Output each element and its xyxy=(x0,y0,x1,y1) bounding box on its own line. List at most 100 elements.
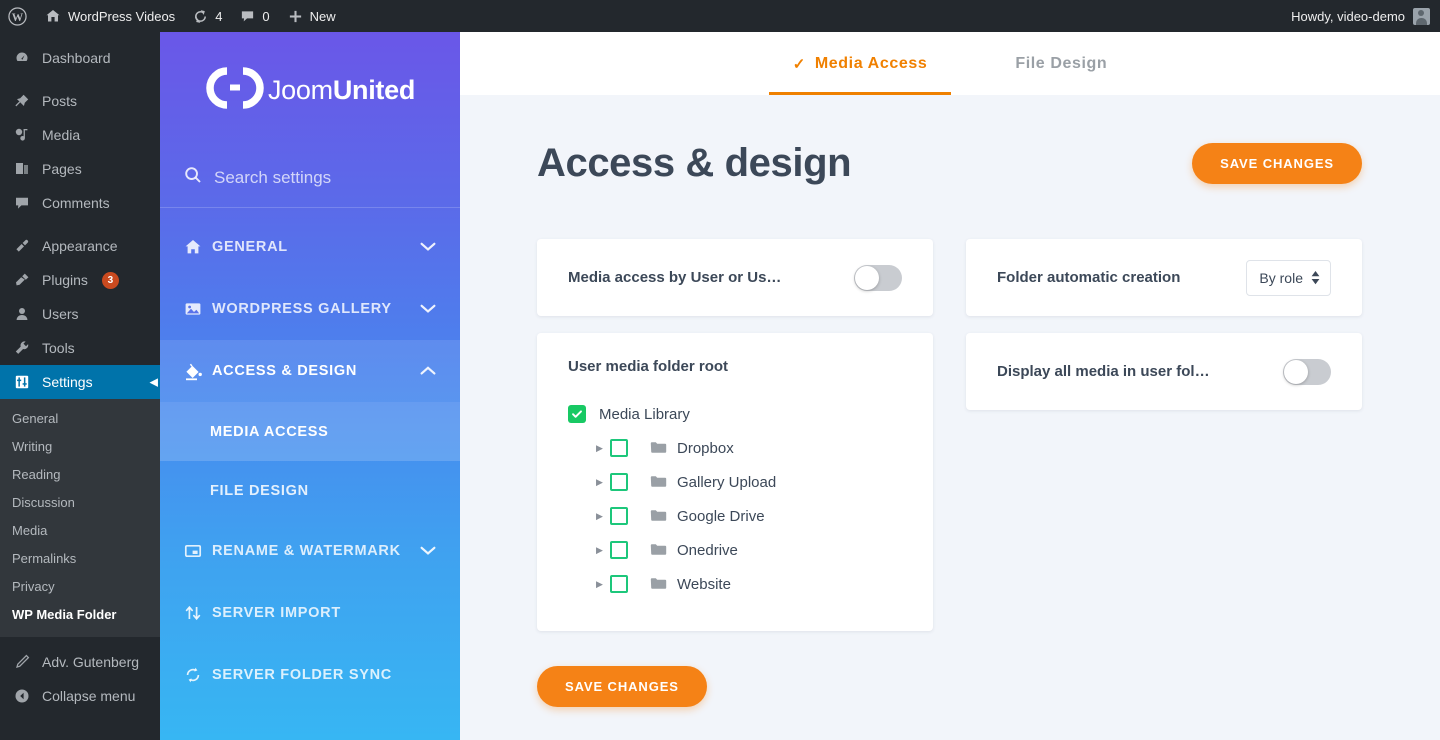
pin-icon xyxy=(12,93,32,109)
folder-icon xyxy=(650,577,667,591)
checkbox-dropbox[interactable] xyxy=(610,439,628,457)
comments-button[interactable]: 0 xyxy=(231,0,278,32)
sidebar-item-media[interactable]: Media xyxy=(0,118,160,152)
menu-separator-2 xyxy=(0,220,160,229)
select-value: By role xyxy=(1259,269,1303,286)
wordpress-logo-icon: W xyxy=(8,6,27,26)
updates-count: 4 xyxy=(215,8,223,24)
submenu-item-media[interactable]: Media xyxy=(0,517,160,545)
my-account-button[interactable]: Howdy, video-demo xyxy=(1291,7,1440,25)
sidebar-item-posts[interactable]: Posts xyxy=(0,84,160,118)
logo-part-united: United xyxy=(332,74,416,105)
wordpress-logo-button[interactable]: W xyxy=(0,0,36,32)
expand-triangle-icon[interactable]: ▶ xyxy=(596,443,610,454)
sidebar-item-appearance[interactable]: Appearance xyxy=(0,229,160,263)
nav-item-access-and-design[interactable]: ACCESS & DESIGN xyxy=(160,340,460,402)
home-icon xyxy=(184,238,212,256)
checkbox-media-library[interactable] xyxy=(568,405,586,423)
submenu-item-writing[interactable]: Writing xyxy=(0,433,160,461)
tree-title: User media folder root xyxy=(568,358,729,375)
chevron-left-icon: ◀ xyxy=(149,376,158,389)
collapse-menu-button[interactable]: Collapse menu xyxy=(0,679,160,713)
sidebar-item-plugins[interactable]: Plugins 3 xyxy=(0,263,160,297)
nav-item-rename-and-watermark[interactable]: RENAME & WATERMARK xyxy=(160,520,460,582)
nav-subitem-file-design[interactable]: FILE DESIGN xyxy=(160,461,460,520)
collapse-icon xyxy=(12,688,32,704)
howdy-label: Howdy, video-demo xyxy=(1291,8,1405,24)
main-content: ✓ Media Access File Design Access & desi… xyxy=(460,32,1440,740)
tab-media-access[interactable]: ✓ Media Access xyxy=(749,32,972,95)
expand-triangle-icon[interactable]: ▶ xyxy=(596,579,610,590)
expand-triangle-icon[interactable]: ▶ xyxy=(596,477,610,488)
select-arrows-icon xyxy=(1311,270,1320,285)
sidebar-item-label: Media xyxy=(42,127,81,143)
updates-icon xyxy=(193,9,208,24)
nav-item-label: SERVER FOLDER SYNC xyxy=(212,667,392,683)
new-content-button[interactable]: New xyxy=(279,0,345,32)
checkbox-gallery-upload[interactable] xyxy=(610,473,628,491)
tree-row: ▶ Website xyxy=(568,567,902,601)
sidebar-item-label: Appearance xyxy=(42,238,118,254)
media-access-toggle[interactable] xyxy=(854,264,902,291)
chevron-down-icon xyxy=(420,544,436,559)
submenu-item-reading[interactable]: Reading xyxy=(0,461,160,489)
toggle-knob xyxy=(855,265,879,290)
sidebar-item-users[interactable]: Users xyxy=(0,297,160,331)
sidebar-item-label: Pages xyxy=(42,161,82,177)
updates-button[interactable]: 4 xyxy=(184,0,231,32)
checkbox-google-drive[interactable] xyxy=(610,507,628,525)
expand-triangle-icon[interactable]: ▶ xyxy=(596,545,610,556)
search-input-placeholder: Search settings xyxy=(214,167,332,187)
tab-bar: ✓ Media Access File Design xyxy=(460,32,1440,95)
sidebar-item-label: Posts xyxy=(42,93,78,109)
menu-top-spacer xyxy=(0,32,160,41)
settings-icon xyxy=(12,374,32,390)
chevron-down-icon xyxy=(420,302,436,317)
sidebar-item-tools[interactable]: Tools xyxy=(0,331,160,365)
sync-icon xyxy=(184,666,212,684)
expand-triangle-icon[interactable]: ▶ xyxy=(596,511,610,522)
site-name-button[interactable]: WordPress Videos xyxy=(36,0,184,32)
brush-icon xyxy=(12,238,32,254)
checkbox-onedrive[interactable] xyxy=(610,541,628,559)
nav-item-server-import[interactable]: SERVER IMPORT xyxy=(160,582,460,644)
tree-label: Onedrive xyxy=(677,541,738,559)
tree-row: ▶ Dropbox xyxy=(568,431,902,465)
logo-part-joom: Joom xyxy=(267,74,333,105)
display-all-media-toggle[interactable] xyxy=(1283,358,1331,385)
home-icon xyxy=(45,8,61,24)
tree-row-root: Media Library xyxy=(568,397,902,431)
nav-item-server-folder-sync[interactable]: SERVER FOLDER SYNC xyxy=(160,644,460,706)
nav-subitem-label: MEDIA ACCESS xyxy=(210,423,329,440)
save-changes-bottom-button[interactable]: SAVE CHANGES xyxy=(537,666,707,707)
save-changes-top-button[interactable]: SAVE CHANGES xyxy=(1192,143,1362,184)
checkbox-website[interactable] xyxy=(610,575,628,593)
sidebar-item-comments[interactable]: Comments xyxy=(0,186,160,220)
search-settings-field[interactable]: Search settings xyxy=(160,148,460,208)
nav-subitem-media-access[interactable]: MEDIA ACCESS xyxy=(160,402,460,461)
sidebar-item-label: Settings xyxy=(42,374,93,390)
submenu-item-wp-media-folder[interactable]: WP Media Folder xyxy=(0,601,160,629)
sidebar-item-label: Adv. Gutenberg xyxy=(42,654,140,670)
wrench-icon xyxy=(12,340,32,356)
nav-item-label: ACCESS & DESIGN xyxy=(212,363,358,379)
nav-item-general[interactable]: GENERAL xyxy=(160,216,460,278)
search-icon xyxy=(184,166,202,189)
submenu-item-discussion[interactable]: Discussion xyxy=(0,489,160,517)
tab-file-design[interactable]: File Design xyxy=(971,32,1151,95)
submenu-item-general[interactable]: General xyxy=(0,405,160,433)
submenu-item-privacy[interactable]: Privacy xyxy=(0,573,160,601)
sidebar-item-pages[interactable]: Pages xyxy=(0,152,160,186)
sidebar-item-dashboard[interactable]: Dashboard xyxy=(0,41,160,75)
card-folder-automatic-creation: Folder automatic creation By role xyxy=(966,239,1362,316)
sidebar-item-label: Users xyxy=(42,306,79,322)
nav-item-label: SERVER IMPORT xyxy=(212,605,341,621)
display-all-media-label: Display all media in user fol… xyxy=(997,363,1210,380)
nav-item-wordpress-gallery[interactable]: WORDPRESS GALLERY xyxy=(160,278,460,340)
sidebar-item-settings[interactable]: Settings ◀ xyxy=(0,365,160,399)
folder-auto-creation-select[interactable]: By role xyxy=(1246,259,1331,296)
card-media-access-by-user: Media access by User or Us… xyxy=(537,239,933,316)
nav-item-label: GENERAL xyxy=(212,239,288,255)
submenu-item-permalinks[interactable]: Permalinks xyxy=(0,545,160,573)
sidebar-item-adv-gutenberg[interactable]: Adv. Gutenberg xyxy=(0,645,160,679)
